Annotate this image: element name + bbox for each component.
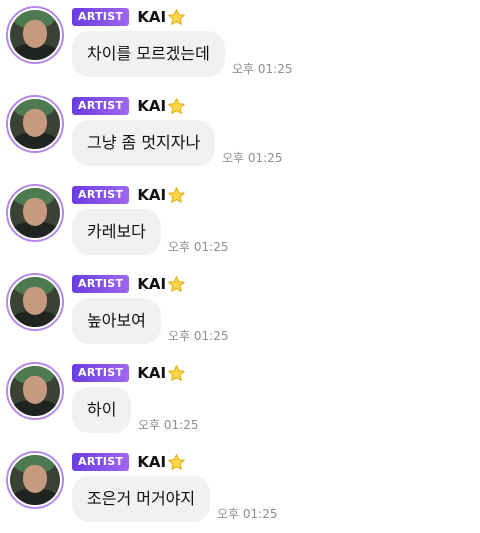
avatar[interactable] <box>6 273 64 331</box>
avatar[interactable] <box>6 362 64 420</box>
avatar[interactable] <box>6 451 64 509</box>
message-bubble[interactable]: 높아보여 <box>72 298 161 344</box>
avatar[interactable] <box>6 6 64 64</box>
message-timestamp: 오후 01:25 <box>138 418 199 432</box>
message-timestamp: 오후 01:25 <box>168 329 229 343</box>
star-icon <box>168 453 185 470</box>
star-icon <box>168 186 185 203</box>
artist-badge: ARTIST <box>72 8 130 26</box>
sender-name[interactable]: KAI <box>137 453 166 471</box>
message-timestamp: 오후 01:25 <box>222 151 283 165</box>
message-header: ARTIST KAI <box>72 185 186 205</box>
sender-name[interactable]: KAI <box>137 8 166 26</box>
message-timestamp: 오후 01:25 <box>232 62 293 76</box>
message-bubble[interactable]: 하이 <box>72 387 132 433</box>
message-header: ARTIST KAI <box>72 452 186 472</box>
avatar[interactable] <box>6 184 64 242</box>
message-bubble[interactable]: 그냥 좀 멋지자나 <box>72 120 216 166</box>
message-header: ARTIST KAI <box>72 274 186 294</box>
chat-message: ARTIST KAI 차이를 모르겠는데 오후 01:25 <box>0 0 480 88</box>
chat-message: ARTIST KAI 조은거 머거야지 오후 01:25 <box>0 445 480 533</box>
star-icon <box>168 8 185 25</box>
star-icon <box>168 275 185 292</box>
sender-name[interactable]: KAI <box>137 275 166 293</box>
message-bubble[interactable]: 카레보다 <box>72 209 161 255</box>
chat-message: ARTIST KAI 높아보여 오후 01:25 <box>0 267 480 355</box>
artist-badge: ARTIST <box>72 186 130 204</box>
message-bubble[interactable]: 차이를 모르겠는데 <box>72 31 225 77</box>
chat-message: ARTIST KAI 하이 오후 01:25 <box>0 356 480 444</box>
avatar[interactable] <box>6 95 64 153</box>
sender-name[interactable]: KAI <box>137 186 166 204</box>
sender-name[interactable]: KAI <box>137 97 166 115</box>
message-bubble[interactable]: 조은거 머거야지 <box>72 476 211 522</box>
artist-badge: ARTIST <box>72 453 130 471</box>
message-header: ARTIST KAI <box>72 7 186 27</box>
chat-message: ARTIST KAI 카레보다 오후 01:25 <box>0 178 480 266</box>
artist-badge: ARTIST <box>72 364 130 382</box>
chat-message: ARTIST KAI 그냥 좀 멋지자나 오후 01:25 <box>0 89 480 177</box>
artist-badge: ARTIST <box>72 275 130 293</box>
star-icon <box>168 364 185 381</box>
message-header: ARTIST KAI <box>72 96 186 116</box>
message-timestamp: 오후 01:25 <box>168 240 229 254</box>
message-timestamp: 오후 01:25 <box>217 507 278 521</box>
star-icon <box>168 97 185 114</box>
artist-badge: ARTIST <box>72 97 130 115</box>
sender-name[interactable]: KAI <box>137 364 166 382</box>
message-header: ARTIST KAI <box>72 363 186 383</box>
